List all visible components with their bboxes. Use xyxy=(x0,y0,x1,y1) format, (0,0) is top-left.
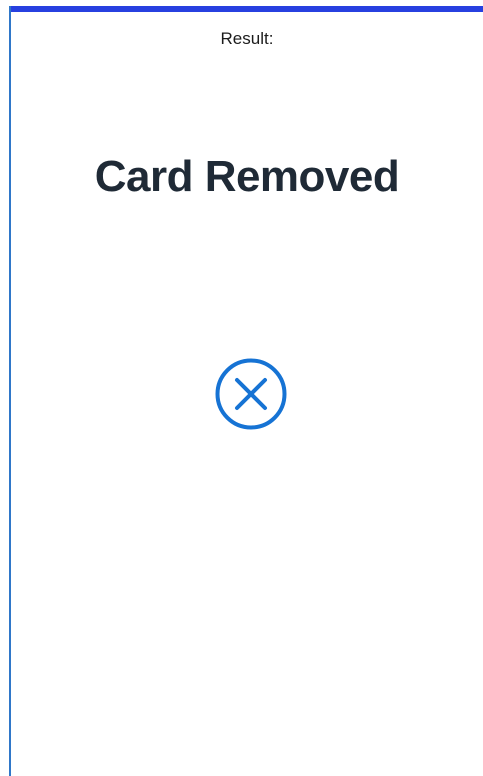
result-label: Result: xyxy=(220,29,274,48)
result-screen: Result: Card Removed xyxy=(0,0,483,776)
left-edge-line xyxy=(9,6,11,776)
close-circle-icon xyxy=(214,357,288,431)
close-circle-icon-svg xyxy=(215,358,287,430)
top-accent-bar xyxy=(9,6,483,12)
page-title: Card Removed xyxy=(94,152,400,201)
